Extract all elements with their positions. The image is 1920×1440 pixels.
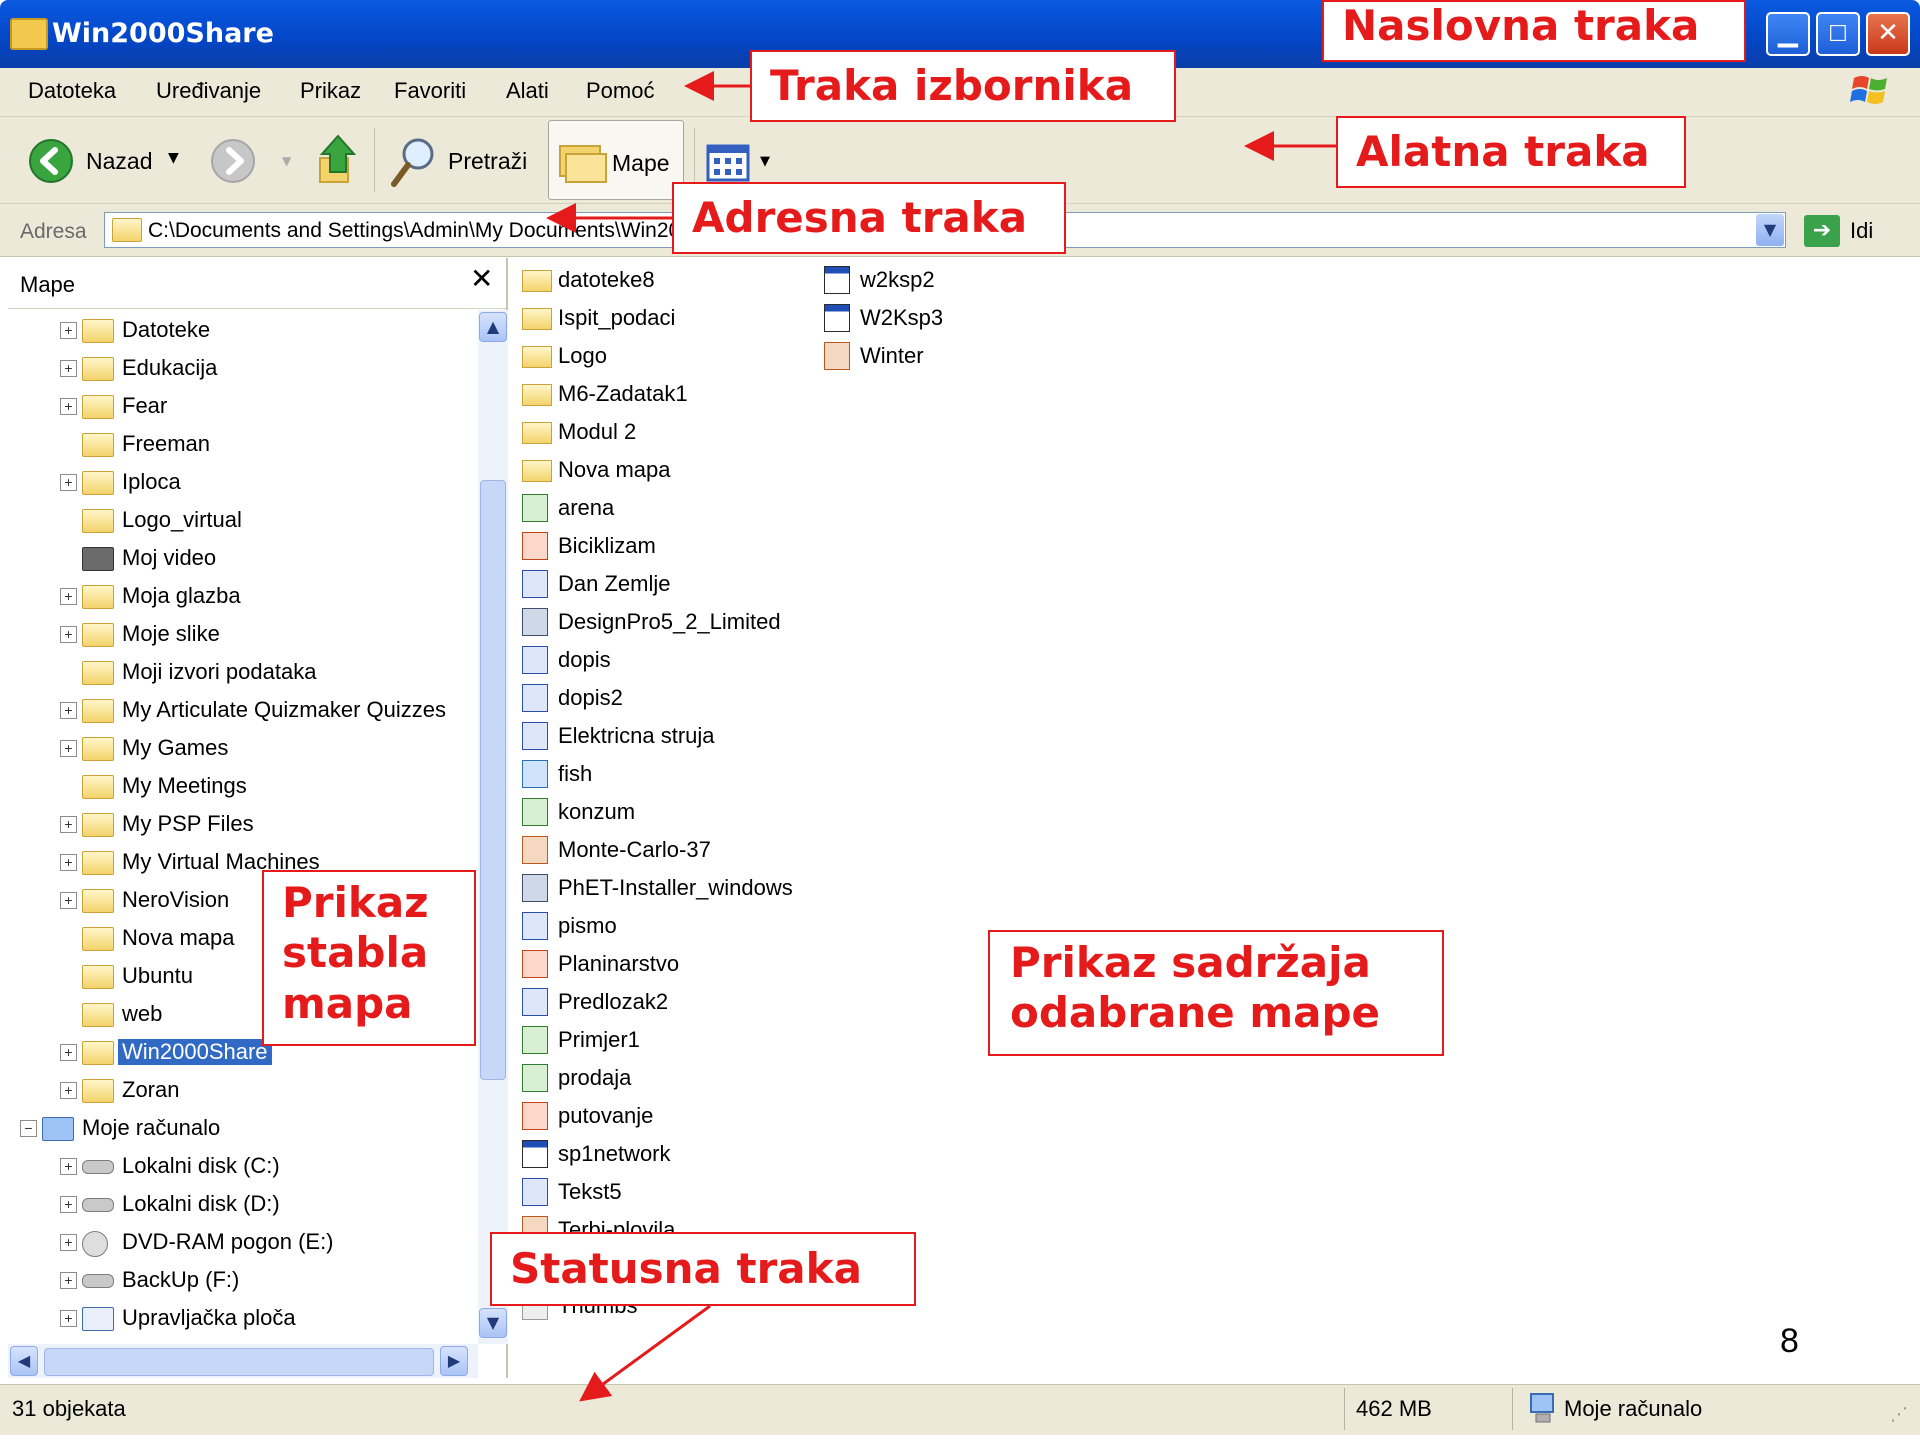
slide-page-number: 8: [1780, 1322, 1799, 1360]
status-bar-arrow: [579, 1304, 711, 1402]
annotation-arrows: [546, 71, 1336, 1402]
